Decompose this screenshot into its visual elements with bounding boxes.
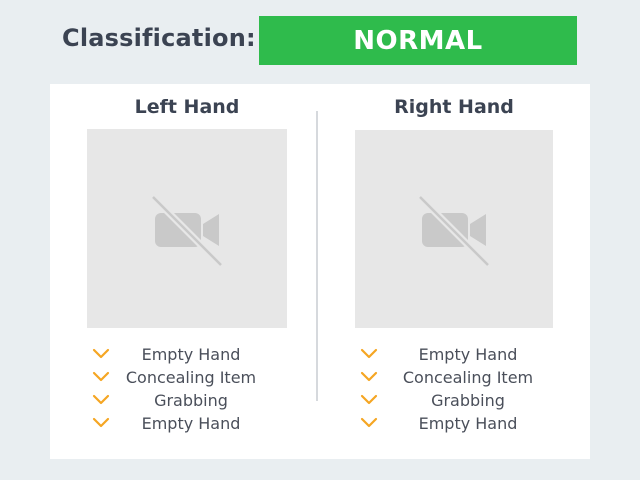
list-item[interactable]: Grabbing — [87, 390, 287, 413]
list-item[interactable]: Empty Hand — [355, 344, 553, 367]
list-item[interactable]: Concealing Item — [87, 367, 287, 390]
hands-panel: Left Hand Empty Hand Concealing Item Gra… — [50, 84, 590, 459]
list-item[interactable]: Grabbing — [355, 390, 553, 413]
right-hand-video[interactable] — [355, 130, 553, 328]
list-item[interactable]: Empty Hand — [355, 413, 553, 436]
video-off-icon — [150, 194, 224, 267]
event-label: Concealing Item — [125, 368, 257, 387]
video-off-icon — [417, 194, 491, 268]
event-label: Empty Hand — [141, 345, 241, 364]
left-hand-title: Left Hand — [134, 96, 240, 118]
event-label: Concealing Item — [402, 368, 534, 387]
event-label: Grabbing — [431, 391, 505, 410]
left-hand-video[interactable] — [87, 129, 287, 328]
event-label: Empty Hand — [141, 414, 241, 433]
column-divider — [316, 111, 318, 401]
event-label: Grabbing — [154, 391, 228, 410]
left-hand-events: Empty Hand Concealing Item Grabbing Empt… — [87, 344, 287, 436]
list-item[interactable]: Empty Hand — [87, 413, 287, 436]
list-item[interactable]: Concealing Item — [355, 367, 553, 390]
event-label: Empty Hand — [418, 414, 518, 433]
status-badge: NORMAL — [259, 16, 577, 65]
classification-label: Classification: — [62, 24, 256, 52]
right-hand-title: Right Hand — [394, 96, 514, 118]
event-label: Empty Hand — [418, 345, 518, 364]
list-item[interactable]: Empty Hand — [87, 344, 287, 367]
right-hand-events: Empty Hand Concealing Item Grabbing Empt… — [355, 344, 553, 436]
